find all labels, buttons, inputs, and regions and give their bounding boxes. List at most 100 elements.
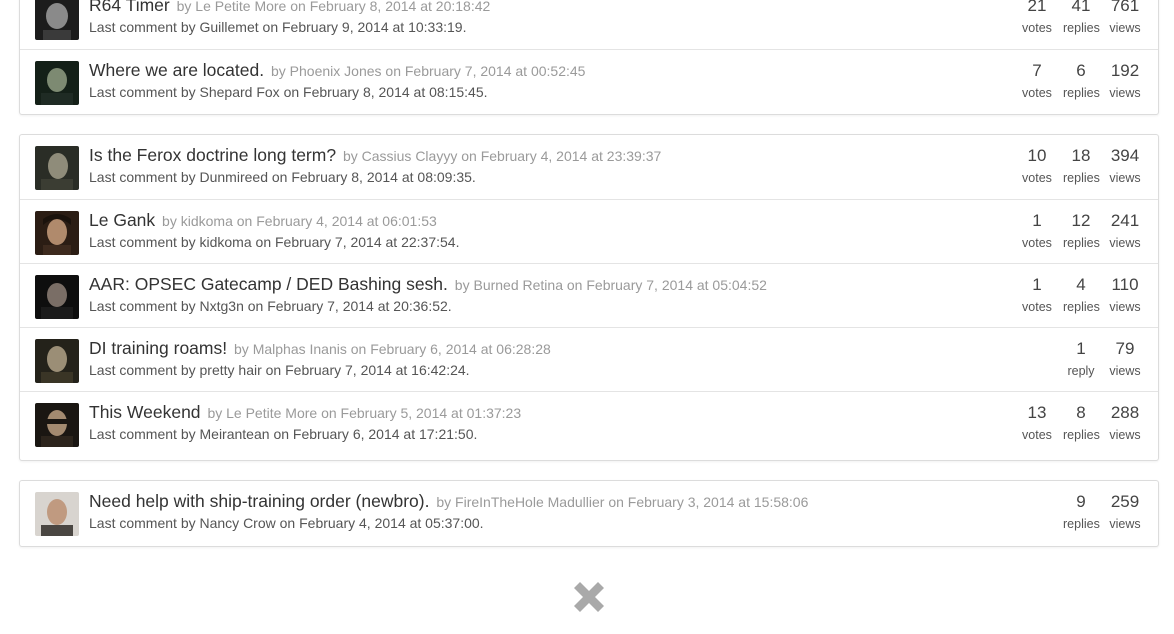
avatar[interactable]: [35, 211, 79, 255]
avatar[interactable]: [35, 275, 79, 319]
topic-row[interactable]: R64 Timer by Le Petite More on February …: [20, 0, 1158, 49]
topic-row[interactable]: DI training roams! by Malphas Inanis on …: [20, 327, 1158, 391]
last-commenter[interactable]: pretty hair: [200, 362, 262, 378]
last-comment-label: Last comment by: [89, 234, 196, 250]
topic-title[interactable]: DI training roams!: [89, 338, 227, 358]
topic-title[interactable]: Is the Ferox doctrine long term?: [89, 145, 336, 165]
votes-label: votes: [1022, 236, 1052, 250]
last-comment-time: February 4, 2014 at 05:37:00.: [299, 515, 484, 531]
last-commenter[interactable]: Shepard Fox: [200, 84, 280, 100]
replies-label: replies: [1063, 428, 1100, 442]
topic-created: February 7, 2014 at 05:04:52: [586, 277, 767, 293]
topic-stats: 13 votes 8 replies 288 views: [1011, 402, 1143, 446]
views-count: 241: [1110, 211, 1140, 230]
by-word: by: [234, 341, 249, 357]
close-icon[interactable]: [568, 576, 610, 618]
last-comment-label: Last comment by: [89, 515, 196, 531]
topic-group-3: Need help with ship-training order (newb…: [19, 480, 1159, 547]
topic-author[interactable]: kidkoma: [181, 213, 233, 229]
votes-count: 7: [1032, 61, 1042, 80]
votes-label: votes: [1022, 21, 1052, 35]
topic-title[interactable]: AAR: OPSEC Gatecamp / DED Bashing sesh.: [89, 274, 448, 294]
replies-label: replies: [1063, 517, 1100, 531]
topic-author[interactable]: Phoenix Jones: [290, 63, 382, 79]
votes-stat: 13 votes: [1019, 402, 1055, 446]
views-stat: 761 views: [1107, 0, 1143, 39]
on-word: on: [566, 277, 583, 293]
topic-created: February 4, 2014 at 06:01:53: [256, 213, 437, 229]
on-word: on: [279, 515, 296, 531]
last-commenter[interactable]: Guillemet: [200, 19, 259, 35]
avatar[interactable]: [35, 61, 79, 105]
topic-author[interactable]: Cassius Clayyy: [362, 148, 458, 164]
topic-title[interactable]: Need help with ship-training order (newb…: [89, 491, 429, 511]
last-commenter[interactable]: Nancy Crow: [200, 515, 276, 531]
topic-title[interactable]: This Weekend: [89, 402, 201, 422]
last-commenter[interactable]: Meirantean: [200, 426, 270, 442]
last-comment: Last comment by Nxtg3n on February 7, 20…: [89, 298, 452, 314]
avatar[interactable]: [35, 492, 79, 536]
topic-row[interactable]: AAR: OPSEC Gatecamp / DED Bashing sesh. …: [20, 263, 1158, 327]
topic-row[interactable]: Le Gank by kidkoma on February 4, 2014 a…: [20, 199, 1158, 263]
last-comment: Last comment by Guillemet on February 9,…: [89, 19, 466, 35]
on-word: on: [236, 213, 253, 229]
avatar[interactable]: [35, 0, 79, 40]
votes-stat: 21 votes: [1019, 0, 1055, 39]
topic-author[interactable]: FireInTheHole Madullier: [455, 494, 604, 510]
views-count: 79: [1115, 339, 1135, 358]
topic-row[interactable]: This Weekend by Le Petite More on Februa…: [20, 391, 1158, 455]
by-word: by: [207, 405, 223, 421]
views-label: views: [1109, 364, 1141, 378]
by-word: by: [176, 0, 192, 14]
on-word: on: [608, 494, 624, 510]
avatar[interactable]: [35, 339, 79, 383]
topic-row[interactable]: Need help with ship-training order (newb…: [20, 481, 1158, 545]
topic-stats: 10 votes 18 replies 394 views: [1011, 145, 1143, 189]
replies-count: 12: [1071, 211, 1091, 230]
topic-heading: Need help with ship-training order (newb…: [89, 491, 808, 512]
replies-label: replies: [1063, 171, 1100, 185]
topic-author[interactable]: Le Petite More: [195, 0, 286, 14]
replies-count: 41: [1071, 0, 1091, 15]
last-commenter[interactable]: kidkoma: [200, 234, 252, 250]
last-comment: Last comment by Shepard Fox on February …: [89, 84, 488, 100]
replies-label: reply: [1067, 364, 1095, 378]
last-commenter[interactable]: Dunmireed: [200, 169, 268, 185]
votes-label: votes: [1022, 300, 1052, 314]
by-word: by: [342, 148, 358, 164]
on-word: on: [350, 341, 367, 357]
topic-title[interactable]: Le Gank: [89, 210, 155, 230]
last-commenter[interactable]: Nxtg3n: [200, 298, 244, 314]
on-word: on: [271, 169, 288, 185]
replies-label: replies: [1063, 300, 1100, 314]
topic-author[interactable]: Malphas Inanis: [253, 341, 347, 357]
votes-count: 13: [1027, 403, 1047, 422]
on-word: on: [265, 362, 282, 378]
votes-count: 10: [1027, 146, 1047, 165]
topic-author[interactable]: Le Petite More: [226, 405, 317, 421]
topic-stats: 1 votes 4 replies 110 views: [1011, 274, 1143, 318]
last-comment: Last comment by Meirantean on February 6…: [89, 426, 477, 442]
topic-row[interactable]: Where we are located. by Phoenix Jones o…: [20, 49, 1158, 113]
views-stat: 394 views: [1107, 145, 1143, 189]
last-comment-label: Last comment by: [89, 169, 196, 185]
topic-author[interactable]: Burned Retina: [473, 277, 563, 293]
topic-created: February 6, 2014 at 06:28:28: [370, 341, 551, 357]
replies-stat: 41 replies: [1063, 0, 1100, 39]
replies-label: replies: [1063, 236, 1100, 250]
topic-title[interactable]: R64 Timer: [89, 0, 170, 15]
topic-heading: AAR: OPSEC Gatecamp / DED Bashing sesh. …: [89, 274, 767, 295]
topic-title[interactable]: Where we are located.: [89, 60, 264, 80]
topic-group-1: R64 Timer by Le Petite More on February …: [19, 0, 1159, 115]
by-word: by: [454, 277, 470, 293]
views-stat: 288 views: [1107, 402, 1143, 446]
views-count: 761: [1110, 0, 1140, 15]
topic-row[interactable]: Is the Ferox doctrine long term? by Cass…: [20, 135, 1158, 199]
on-word: on: [461, 148, 477, 164]
topic-created: February 5, 2014 at 01:37:23: [340, 405, 522, 421]
avatar[interactable]: [35, 146, 79, 190]
topic-created: February 3, 2014 at 15:58:06: [627, 494, 809, 510]
views-label: views: [1109, 86, 1141, 100]
replies-label: replies: [1063, 86, 1100, 100]
avatar[interactable]: [35, 403, 79, 447]
